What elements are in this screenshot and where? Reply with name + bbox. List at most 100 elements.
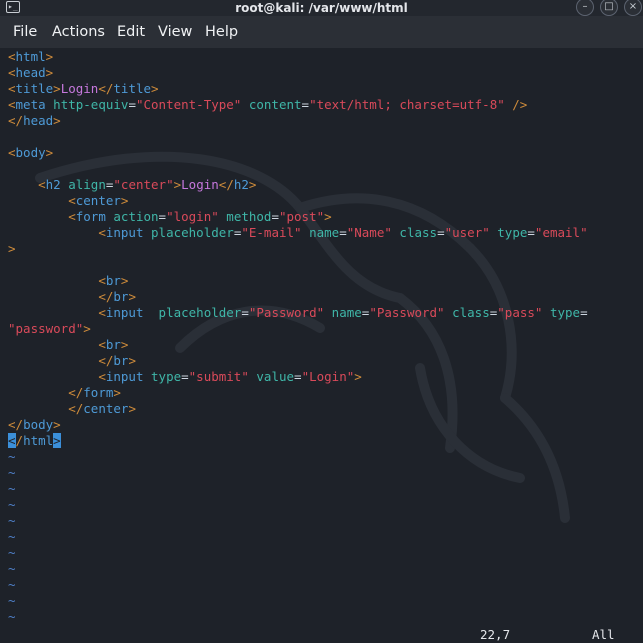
code-line[interactable] [8, 257, 643, 273]
code-token: = [294, 369, 302, 384]
code-token: / [15, 433, 24, 448]
code-line[interactable]: </head> [8, 113, 643, 129]
code-token: class [399, 225, 438, 240]
code-token: "Password" [369, 305, 445, 320]
code-token: "center" [113, 177, 174, 192]
code-token: = [158, 209, 167, 224]
code-token: "pass" [497, 305, 543, 320]
code-line[interactable]: <html> [8, 49, 643, 65]
code-token: /> [512, 97, 528, 112]
code-token: </ [218, 177, 234, 192]
code-token: method [226, 209, 272, 224]
code-token: body [15, 145, 46, 160]
code-line[interactable]: <head> [8, 65, 643, 81]
code-token: action [113, 209, 159, 224]
code-token: = [271, 209, 279, 224]
menu-help[interactable]: Help [205, 22, 238, 42]
code-token: < [98, 337, 106, 352]
title-bar: ▸_ root@kali: /var/www/html – □ × [0, 0, 643, 16]
menu-view[interactable]: View [158, 22, 192, 42]
code-line[interactable]: <br> [8, 337, 643, 353]
code-line[interactable]: <input placeholder="E-mail" name="Name" … [8, 225, 643, 241]
code-line[interactable]: <input placeholder="Password" name="Pass… [8, 305, 643, 321]
code-buffer[interactable]: <html> <head> <title>Login</title> <meta ht… [8, 49, 643, 626]
code-line[interactable]: <body> [8, 145, 643, 161]
code-token: ~ [8, 609, 16, 624]
code-line[interactable] [8, 161, 643, 177]
code-token: center [75, 193, 121, 208]
code-token: </ [8, 417, 24, 432]
code-line[interactable]: ~ [8, 545, 643, 561]
code-token: > [53, 81, 61, 96]
code-token: http-equiv [53, 97, 129, 112]
code-line[interactable]: </br> [8, 289, 643, 305]
code-line[interactable]: "password"> [8, 321, 643, 337]
code-token: = [437, 225, 445, 240]
code-line[interactable]: </form> [8, 385, 643, 401]
code-token: "Password" [248, 305, 325, 320]
code-line[interactable]: <meta http-equiv="Content-Type" content=… [8, 97, 643, 113]
menu-bar: File Actions Edit View Help [0, 16, 643, 48]
menu-edit[interactable]: Edit [117, 22, 145, 42]
code-line[interactable]: </br> [8, 353, 643, 369]
code-token: "login" [166, 209, 219, 224]
code-line[interactable]: ~ [8, 481, 643, 497]
code-token: "E-mail" [241, 225, 302, 240]
code-token: head [15, 65, 46, 80]
code-token: ~ [8, 497, 16, 512]
status-line: 22,7 All [0, 626, 643, 643]
vim-editor[interactable]: <html> <head> <title>Login</title> <meta ht… [0, 48, 643, 626]
code-token: ~ [8, 545, 16, 560]
code-line[interactable]: ~ [8, 449, 643, 465]
code-token: > [83, 321, 91, 336]
code-token: h2 [45, 177, 61, 192]
code-line[interactable]: ~ [8, 497, 643, 513]
menu-file[interactable]: File [13, 22, 37, 42]
menu-actions[interactable]: Actions [52, 22, 105, 42]
code-token: br [113, 353, 129, 368]
code-token: title [15, 81, 54, 96]
code-line[interactable]: <br> [8, 273, 643, 289]
code-token: < [98, 369, 106, 384]
code-line[interactable]: </html> [8, 433, 643, 449]
code-token: > [45, 49, 54, 64]
code-line[interactable]: <input type="submit" value="Login"> [8, 369, 643, 385]
code-token: = [241, 305, 249, 320]
code-line[interactable]: ~ [8, 609, 643, 625]
code-line[interactable]: <center> [8, 193, 643, 209]
code-token: body [23, 417, 54, 432]
code-line[interactable]: ~ [8, 513, 643, 529]
code-line[interactable]: </center> [8, 401, 643, 417]
code-line[interactable]: > [8, 241, 643, 257]
code-token: form [75, 209, 106, 224]
code-line[interactable]: ~ [8, 593, 643, 609]
code-token: </ [98, 289, 114, 304]
code-line[interactable]: ~ [8, 561, 643, 577]
code-line[interactable]: <form action="login" method="post"> [8, 209, 643, 225]
code-token: < [8, 145, 16, 160]
cursor-position: 22,7 [480, 627, 511, 642]
code-token: Login [181, 177, 219, 192]
code-line[interactable]: </body> [8, 417, 643, 433]
code-token: ~ [8, 465, 16, 480]
code-line[interactable] [8, 129, 643, 145]
code-line[interactable]: <title>Login</title> [8, 81, 643, 97]
code-token: meta [15, 97, 46, 112]
code-token: value [256, 369, 295, 384]
code-line[interactable]: <h2 align="center">Login</h2> [8, 177, 643, 193]
scroll-indicator: All [592, 627, 615, 642]
code-line[interactable]: ~ [8, 465, 643, 481]
code-line[interactable]: ~ [8, 577, 643, 593]
code-line[interactable]: ~ [8, 529, 643, 545]
